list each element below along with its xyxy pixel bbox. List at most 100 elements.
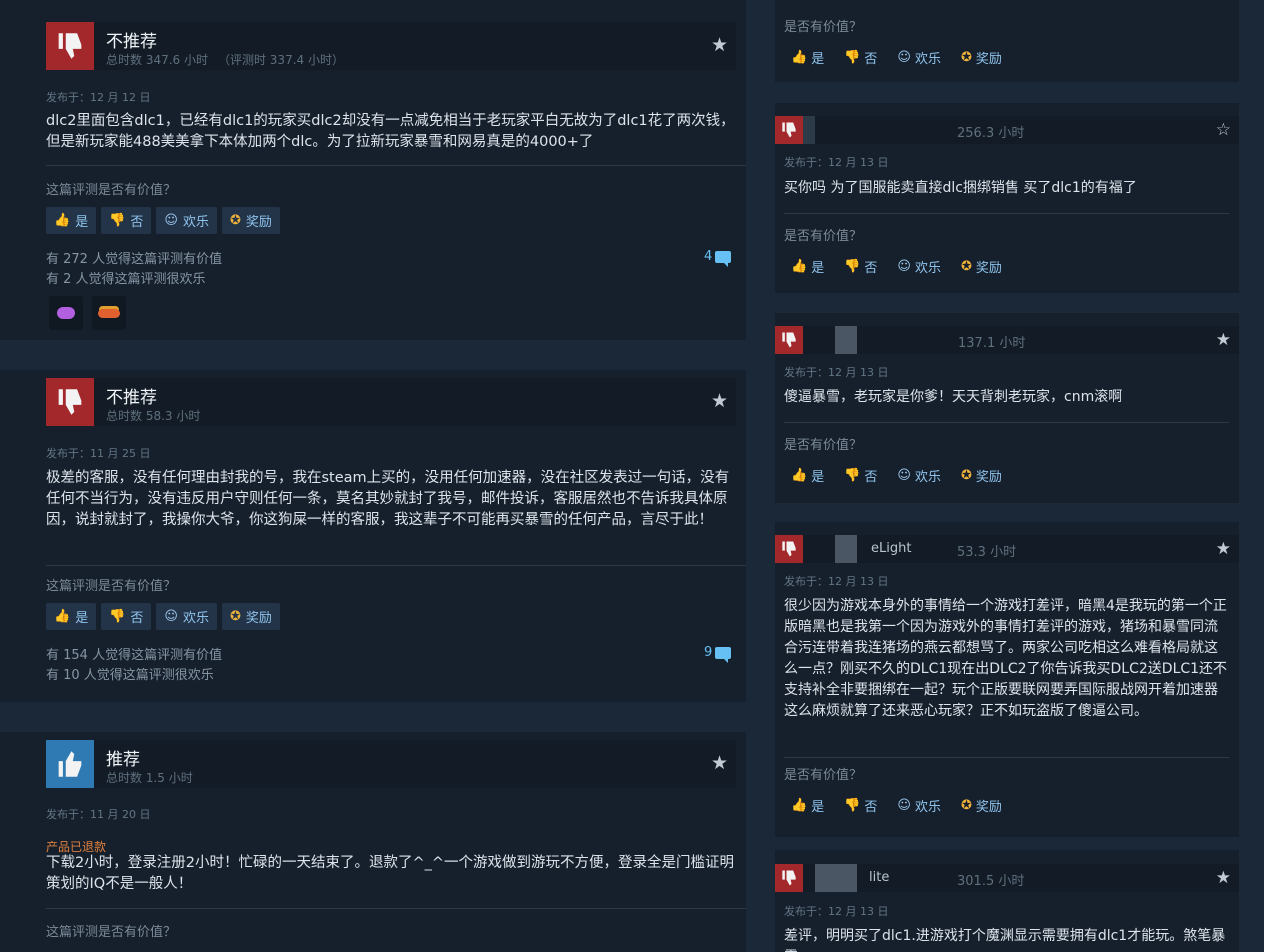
thumbs-up-icon: 👍 [54, 609, 71, 624]
vote-no-button[interactable]: 👎 否 [844, 796, 877, 815]
helpful-count: 有 154 人觉得这篇评测有价值 [46, 648, 223, 663]
comment-count-link[interactable]: 4 [704, 249, 732, 267]
star-icon[interactable]: ★ [711, 754, 728, 773]
vote-funny-button[interactable]: ☺ 欢乐 [897, 796, 941, 815]
thumbs-down-icon [775, 535, 803, 563]
vote-funny-button[interactable]: ☺ 欢乐 [897, 466, 941, 485]
vote-no-button[interactable]: 👎 否 [101, 603, 152, 630]
thumbs-up-icon: 👍 [791, 468, 808, 483]
thumbs-down-icon [775, 116, 803, 144]
review-text: 买你吗 为了国服能卖直接dlc捆绑销售 买了dlc1的有福了 [784, 180, 1137, 196]
review-card: 137.1 小时 ★ 发布于：12 月 13 日 傻逼暴雪，老玩家是你爹！天天背… [775, 313, 1239, 503]
star-icon[interactable]: ★ [1216, 868, 1231, 888]
award-icon: ✪ [960, 50, 972, 65]
thumbs-down-icon: 👎 [844, 50, 861, 65]
received-award[interactable] [49, 296, 83, 330]
vote-funny-button[interactable]: ☺ 欢乐 [897, 257, 941, 276]
vote-no-button[interactable]: 👎 否 [844, 48, 877, 67]
award-button[interactable]: ✪ 奖励 [961, 257, 1002, 276]
star-icon[interactable]: ★ [1216, 330, 1231, 350]
thumbs-up-icon: 👍 [791, 259, 808, 274]
review-text: 差评，明明买了dlc1.进游戏打个魔渊显示需要拥有dlc1才能玩。煞笔暴雪 [784, 928, 1226, 952]
vote-yes-button[interactable]: 👍 是 [791, 796, 824, 815]
posted-date: 发布于：12 月 13 日 [784, 905, 889, 918]
review-header: 不推荐 总时数 347.6 小时 （评测时 337.4 小时） ★ [46, 22, 736, 70]
star-icon[interactable]: ★ [711, 36, 728, 55]
review-header: 不推荐 总时数 58.3 小时 ★ [46, 378, 736, 426]
review-card: eLight 53.3 小时 ★ 发布于：12 月 13 日 很少因为游戏本身外… [775, 522, 1239, 837]
star-icon[interactable]: ★ [1216, 539, 1231, 559]
received-award[interactable] [92, 296, 126, 330]
posted-date: 发布于：11 月 20 日 [46, 808, 151, 821]
award-button[interactable]: ✪ 奖励 [221, 207, 280, 234]
thumbs-up-icon: 👍 [791, 798, 808, 813]
reviewer-name[interactable]: lite [869, 870, 889, 885]
thumbs-up-icon [46, 740, 94, 788]
review-card: 推荐 总时数 1.5 小时 ★ 发布于：11 月 20 日 产品已退款 下载2小… [0, 732, 746, 952]
thumbs-down-icon: 👎 [844, 798, 861, 813]
vote-no-button[interactable]: 👎 否 [844, 257, 877, 276]
reviewer-name[interactable]: eLight [871, 541, 911, 556]
review-hours: 总时数 347.6 小时 （评测时 337.4 小时） [106, 53, 344, 67]
smile-icon: ☺ [897, 468, 911, 483]
award-button[interactable]: ✪ 奖励 [961, 466, 1002, 485]
vote-yes-button[interactable]: 👍 是 [46, 603, 97, 630]
funny-count: 有 2 人觉得这篇评测很欢乐 [46, 272, 206, 287]
smile-icon: ☺ [164, 609, 178, 624]
divider [784, 757, 1229, 758]
award-button[interactable]: ✪ 奖励 [961, 796, 1002, 815]
helpful-question: 这篇评测是否有价值？ [46, 579, 177, 594]
helpful-question: 是否有价值？ [784, 229, 863, 244]
avatar [815, 864, 857, 892]
star-icon[interactable]: ☆ [1216, 120, 1231, 140]
smile-icon: ☺ [897, 50, 911, 65]
comment-count-link[interactable]: 9 [704, 645, 732, 663]
vote-funny-button[interactable]: ☺ 欢乐 [156, 603, 217, 630]
review-text: dlc2里面包含dlc1，已经有dlc1的玩家买dlc2却没有一点减免相当于老玩… [46, 113, 735, 150]
reviews-page: 不推荐 总时数 347.6 小时 （评测时 337.4 小时） ★ 发布于：12 … [0, 0, 1264, 952]
review-hours: 总时数 58.3 小时 [106, 409, 201, 423]
review-hours: 137.1 小时 [958, 336, 1026, 351]
vote-buttons: 👍 是 👎 否 ☺ 欢乐 ✪ 奖励 [791, 466, 1002, 485]
posted-date: 发布于：12 月 13 日 [784, 575, 889, 588]
star-icon[interactable]: ★ [711, 392, 728, 411]
review-hours: 总时数 1.5 小时 [106, 771, 193, 785]
vote-no-button[interactable]: 👎 否 [101, 207, 152, 234]
vote-yes-button[interactable]: 👍 是 [46, 207, 97, 234]
thumbs-down-icon [46, 22, 94, 70]
thumbs-down-icon: 👎 [109, 609, 126, 624]
thumbs-down-icon [46, 378, 94, 426]
vote-yes-button[interactable]: 👍 是 [791, 466, 824, 485]
award-button[interactable]: ✪ 奖励 [221, 603, 280, 630]
funny-count: 有 10 人觉得这篇评测很欢乐 [46, 668, 214, 683]
review-stats: 有 272 人觉得这篇评测有价值 有 2 人觉得这篇评测很欢乐 [46, 250, 222, 290]
thumbs-up-icon: 👍 [54, 213, 71, 228]
review-text: 傻逼暴雪，老玩家是你爹！天天背刺老玩家，cnm滚啊 [784, 389, 1123, 405]
award-icon: ✪ [960, 259, 972, 274]
award-icon: ✪ [229, 609, 241, 624]
vote-buttons: 👍 是 👎 否 ☺ 欢乐 ✪ 奖励 [46, 603, 280, 630]
vote-yes-button[interactable]: 👍 是 [791, 257, 824, 276]
posted-date: 发布于：12 月 13 日 [784, 156, 889, 169]
vote-funny-button[interactable]: ☺ 欢乐 [897, 48, 941, 67]
avatar [803, 116, 815, 144]
comment-bubble-icon [715, 646, 732, 663]
helpful-question: 是否有价值？ [784, 438, 863, 453]
helpful-question: 是否有价值？ [784, 768, 863, 783]
posted-date: 发布于：11 月 25 日 [46, 447, 151, 460]
vote-buttons: 👍 是 👎 否 ☺ 欢乐 ✪ 奖励 [46, 207, 280, 234]
helpful-question: 是否有价值？ [784, 20, 863, 35]
vote-funny-button[interactable]: ☺ 欢乐 [156, 207, 217, 234]
comment-bubble-icon [715, 250, 732, 267]
vote-yes-button[interactable]: 👍 是 [791, 48, 824, 67]
award-badge-icon [98, 308, 120, 318]
vote-no-button[interactable]: 👎 否 [844, 466, 877, 485]
thumbs-up-icon: 👍 [791, 50, 808, 65]
posted-date: 发布于：12 月 12 日 [46, 91, 151, 104]
thumbs-down-icon [775, 326, 803, 354]
avatar [835, 535, 857, 563]
review-header: 137.1 小时 ★ [775, 326, 1239, 354]
award-button[interactable]: ✪ 奖励 [961, 48, 1002, 67]
helpful-question: 这篇评测是否有价值？ [46, 183, 177, 198]
award-badge-icon [57, 307, 75, 319]
